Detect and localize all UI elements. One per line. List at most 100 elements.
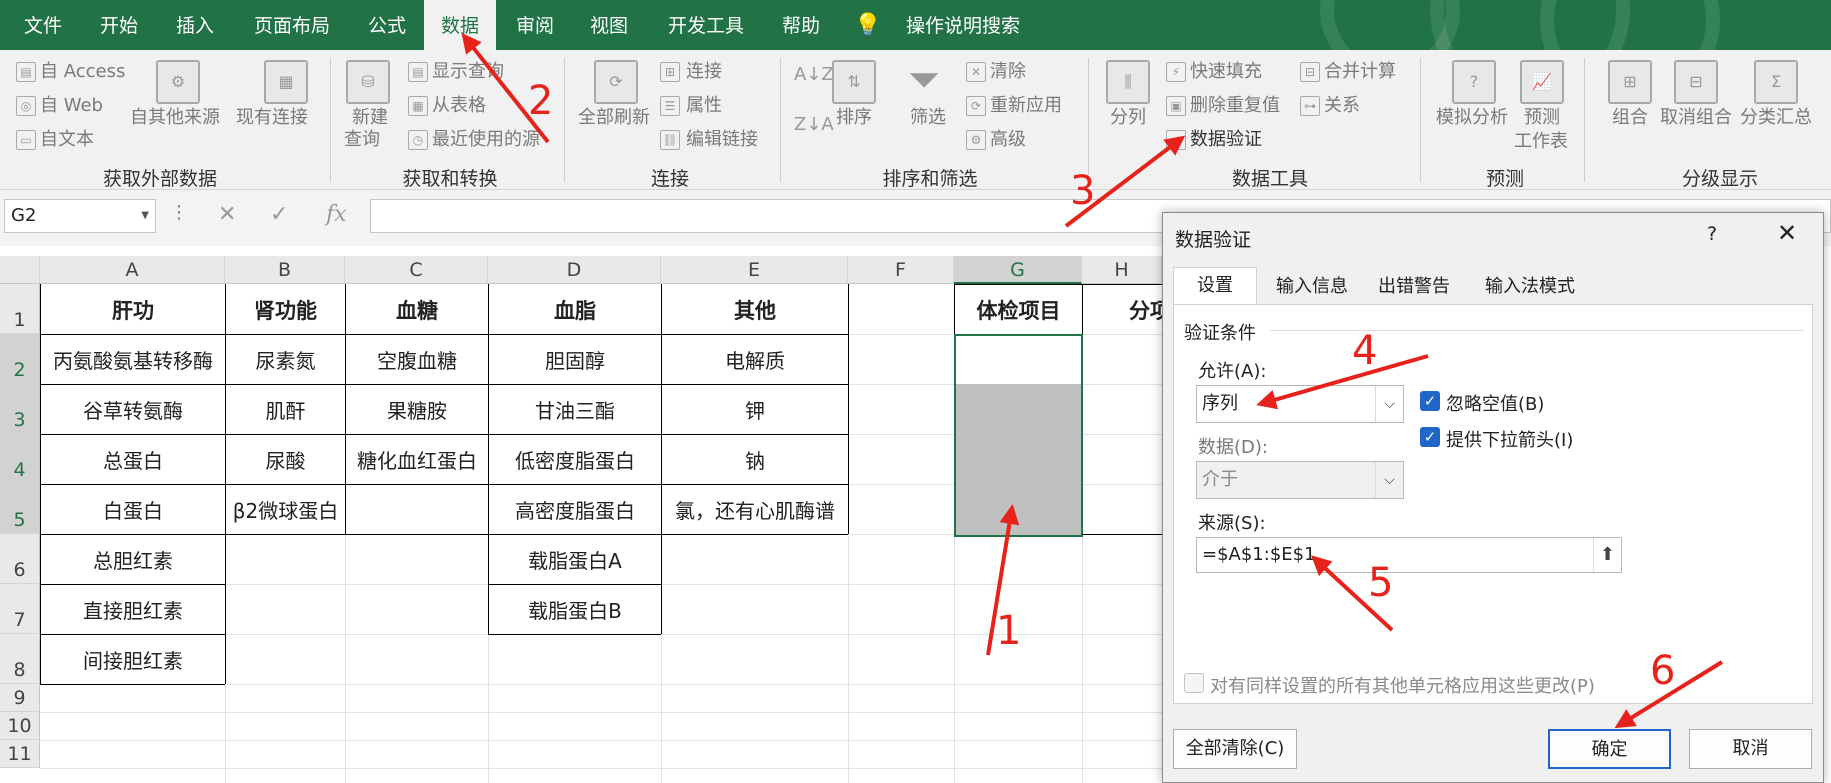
cell-d4[interactable]: 低密度脂蛋白 <box>489 435 661 484</box>
apply-all-checkbox[interactable]: ✓ <box>1184 673 1204 693</box>
cell-b4[interactable]: 尿酸 <box>226 435 345 484</box>
row-header-3[interactable]: 3 <box>0 384 40 434</box>
relationships-button[interactable]: 关系 <box>1324 96 1360 116</box>
cancel-button[interactable]: 取消 <box>1689 729 1812 769</box>
cell-e2[interactable]: 电解质 <box>662 335 848 384</box>
column-header-g[interactable]: G <box>954 256 1082 284</box>
tell-me-search[interactable]: 操作说明搜索 <box>888 0 1038 50</box>
selection-range-g2-g5[interactable] <box>954 334 1083 537</box>
cell-b3[interactable]: 肌酐 <box>226 385 345 434</box>
new-query-button[interactable]: 新建 <box>352 108 388 128</box>
cell-a7[interactable]: 直接胆红素 <box>41 585 225 634</box>
existing-connections-button[interactable]: 现有连接 <box>236 108 308 128</box>
flash-fill-button[interactable]: 快速填充 <box>1190 62 1262 82</box>
cell-a4[interactable]: 总蛋白 <box>41 435 225 484</box>
menu-insert[interactable]: 插入 <box>160 0 230 50</box>
cell-g1[interactable]: 体检项目 <box>955 285 1082 334</box>
cell-d6[interactable]: 载脂蛋白A <box>489 535 661 584</box>
cell-e3[interactable]: 钾 <box>662 385 848 434</box>
from-web-button[interactable]: 自 Web <box>40 96 103 116</box>
collapse-dialog-icon[interactable]: ⬆ <box>1593 538 1621 572</box>
forecast-sheet-button[interactable]: 预测 <box>1524 108 1560 128</box>
text-to-columns-button[interactable]: 分列 <box>1110 108 1146 128</box>
close-icon[interactable]: ✕ <box>1777 219 1797 247</box>
row-header-6[interactable]: 6 <box>0 534 40 584</box>
cell-b1[interactable]: 肾功能 <box>226 285 345 334</box>
menu-home[interactable]: 开始 <box>84 0 154 50</box>
cell-d1[interactable]: 血脂 <box>489 285 661 334</box>
apply-all-label[interactable]: 对有同样设置的所有其他单元格应用这些更改(P) <box>1210 672 1595 698</box>
what-if-analysis-button[interactable]: 模拟分析 <box>1436 108 1508 128</box>
sort-za-icon[interactable]: Z↓A <box>794 116 834 134</box>
dropdown-arrow-checkbox[interactable]: ✓ <box>1420 427 1440 447</box>
cell-c4[interactable]: 糖化血红蛋白 <box>346 435 488 484</box>
sort-az-icon[interactable]: A↓Z <box>794 66 834 84</box>
tab-input-message[interactable]: 输入信息 <box>1263 269 1361 305</box>
cell-b2[interactable]: 尿素氮 <box>226 335 345 384</box>
group-button[interactable]: 组合 <box>1612 108 1648 128</box>
cell-d5[interactable]: 高密度脂蛋白 <box>489 485 661 534</box>
row-header-9[interactable]: 9 <box>0 684 40 712</box>
clear-all-button[interactable]: 全部清除(C) <box>1173 729 1297 769</box>
menu-file[interactable]: 文件 <box>8 0 78 50</box>
show-query-button[interactable]: 显示查询 <box>432 62 504 82</box>
menu-help[interactable]: 帮助 <box>766 0 836 50</box>
cell-c2[interactable]: 空腹血糖 <box>346 335 488 384</box>
advanced-button[interactable]: 高级 <box>990 130 1026 150</box>
ok-button[interactable]: 确定 <box>1548 729 1671 769</box>
column-header-b[interactable]: B <box>225 256 345 284</box>
cell-a1[interactable]: 肝功 <box>41 285 225 334</box>
cell-d3[interactable]: 甘油三酯 <box>489 385 661 434</box>
forecast-sheet-button-line2[interactable]: 工作表 <box>1514 132 1568 152</box>
menu-formulas[interactable]: 公式 <box>352 0 422 50</box>
row-header-7[interactable]: 7 <box>0 584 40 634</box>
source-input[interactable]: =$A$1:$E$1 ⬆ <box>1196 537 1622 573</box>
cell-a3[interactable]: 谷草转氨酶 <box>41 385 225 434</box>
enter-icon[interactable]: ✓ <box>270 202 288 227</box>
ignore-blank-checkbox[interactable]: ✓ <box>1420 391 1440 411</box>
properties-button[interactable]: 属性 <box>686 96 722 116</box>
chevron-down-icon[interactable]: ⌵ <box>1375 386 1403 422</box>
cell-b5[interactable]: β2微球蛋白 <box>226 485 345 534</box>
column-header-c[interactable]: C <box>345 256 488 284</box>
cell-c3[interactable]: 果糖胺 <box>346 385 488 434</box>
connections-button[interactable]: 连接 <box>686 62 722 82</box>
column-header-h[interactable]: H <box>1082 256 1162 284</box>
column-header-a[interactable]: A <box>40 256 225 284</box>
new-query-button-line2[interactable]: 查询 <box>344 130 380 150</box>
cell-a2[interactable]: 丙氨酸氨基转移酶 <box>41 335 225 384</box>
cell-e5[interactable]: 氯，还有心肌酶谱 <box>662 485 848 534</box>
cell-e1[interactable]: 其他 <box>662 285 848 334</box>
row-header-8[interactable]: 8 <box>0 634 40 684</box>
cell-a6[interactable]: 总胆红素 <box>41 535 225 584</box>
row-header-11[interactable]: 11 <box>0 740 40 768</box>
name-box[interactable]: G2 ▼ <box>4 199 156 233</box>
refresh-all-button[interactable]: 全部刷新 <box>578 108 650 128</box>
from-table-button[interactable]: 从表格 <box>432 96 486 116</box>
from-text-button[interactable]: 自文本 <box>40 130 94 150</box>
subtotal-button[interactable]: 分类汇总 <box>1740 108 1812 128</box>
row-header-10[interactable]: 10 <box>0 712 40 740</box>
dropdown-arrow-label[interactable]: 提供下拉箭头(I) <box>1446 426 1573 452</box>
column-header-e[interactable]: E <box>661 256 848 284</box>
menu-view[interactable]: 视图 <box>574 0 644 50</box>
row-header-1[interactable]: 1 <box>0 284 40 334</box>
recent-sources-button[interactable]: 最近使用的源 <box>432 130 540 150</box>
cell-d2[interactable]: 胆固醇 <box>489 335 661 384</box>
reapply-button[interactable]: 重新应用 <box>990 96 1062 116</box>
filter-button[interactable]: 筛选 <box>910 108 946 128</box>
select-all-corner[interactable] <box>0 256 40 284</box>
sort-button[interactable]: 排序 <box>836 108 872 128</box>
menu-page-layout[interactable]: 页面布局 <box>242 0 342 50</box>
menu-developer[interactable]: 开发工具 <box>656 0 756 50</box>
edit-links-button[interactable]: 编辑链接 <box>686 130 758 150</box>
row-header-5[interactable]: 5 <box>0 484 40 534</box>
cell-d7[interactable]: 载脂蛋白B <box>489 585 661 634</box>
cell-c1[interactable]: 血糖 <box>346 285 488 334</box>
cell-e4[interactable]: 钠 <box>662 435 848 484</box>
consolidate-button[interactable]: 合并计算 <box>1324 62 1396 82</box>
column-header-f[interactable]: F <box>848 256 954 284</box>
chevron-down-icon[interactable]: ▼ <box>141 200 149 232</box>
from-access-button[interactable]: 自 Access <box>40 62 125 82</box>
row-header-2[interactable]: 2 <box>0 334 40 384</box>
